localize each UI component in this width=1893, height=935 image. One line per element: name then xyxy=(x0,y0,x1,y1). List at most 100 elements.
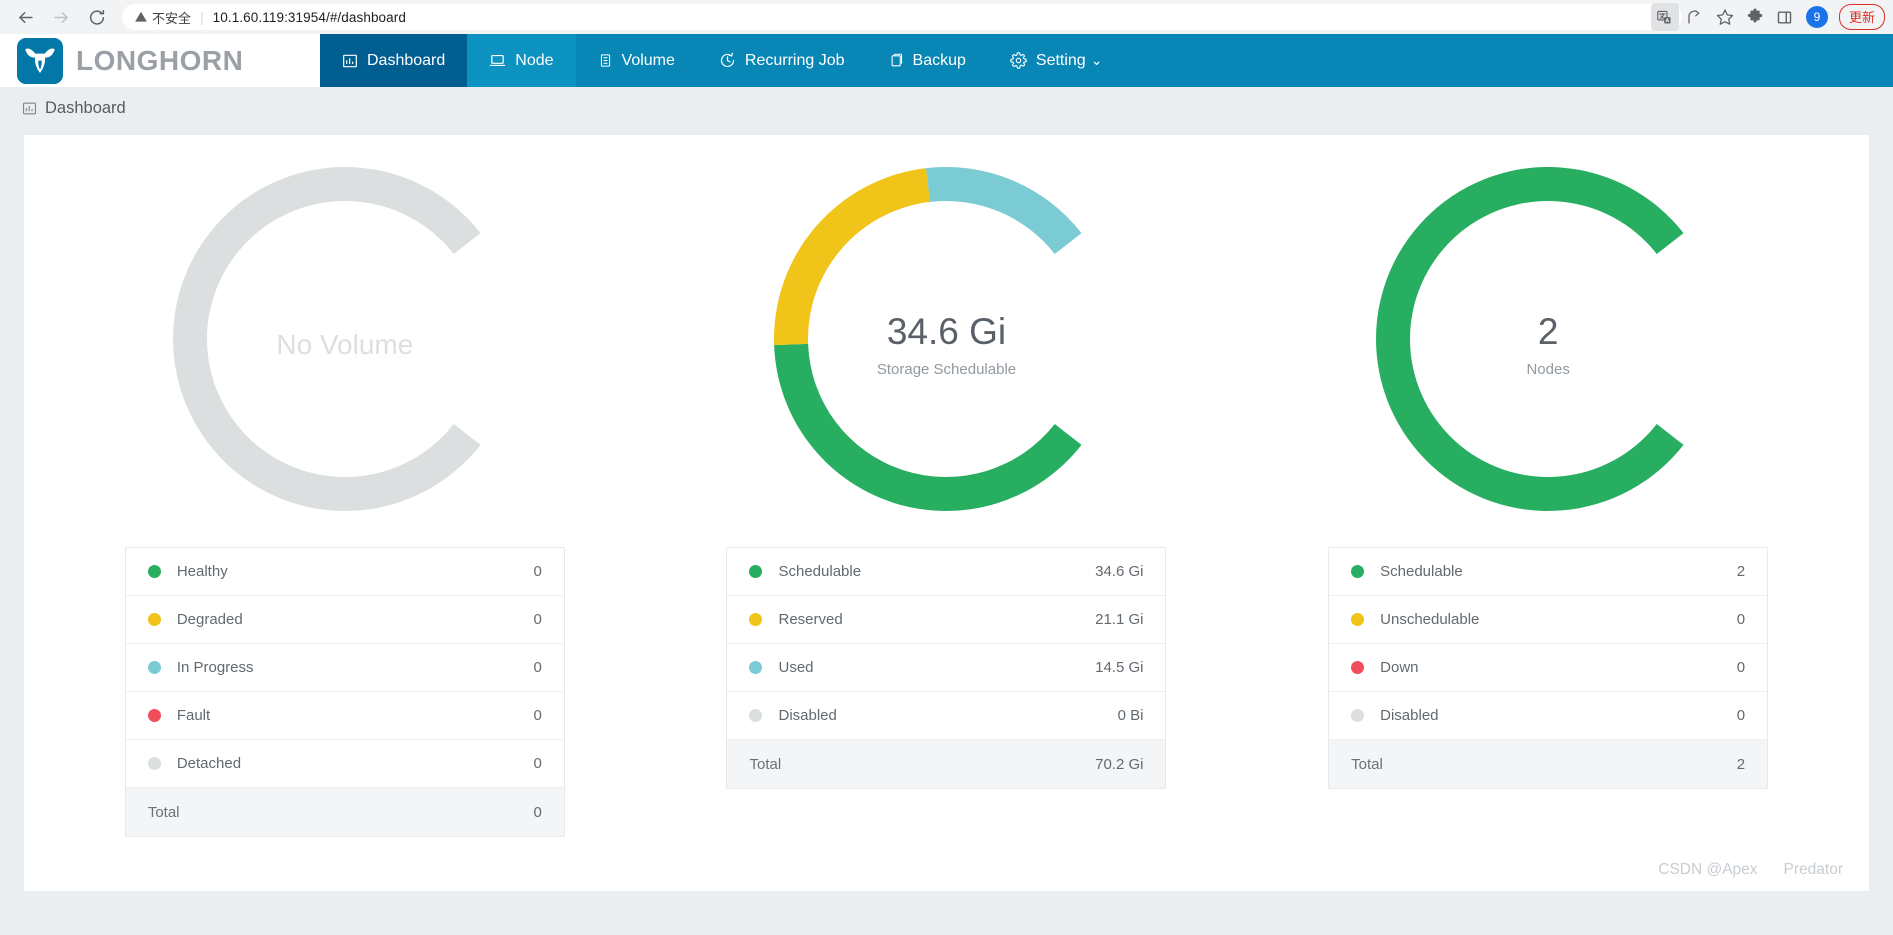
legend-label: Fault xyxy=(176,707,211,724)
legend-value: 0 xyxy=(533,707,542,724)
legend-value: 0 xyxy=(1736,707,1746,724)
status-dot-unschedulable xyxy=(1351,613,1365,626)
status-dot-down xyxy=(1351,661,1365,674)
back-button[interactable] xyxy=(10,2,40,32)
legend-row[interactable]: Disabled 0 xyxy=(1329,692,1768,740)
profile-badge[interactable]: 9 xyxy=(1805,6,1828,28)
browser-toolbar: 不安全 | 10.1.60.119:31954/#/dashboard 9 更新 xyxy=(0,0,1893,34)
volume-gauge: No Volume xyxy=(135,149,555,529)
translate-button[interactable] xyxy=(1650,3,1679,31)
chevron-down-icon: ⌄ xyxy=(1090,52,1103,68)
breadcrumb-label: Dashboard xyxy=(45,98,126,117)
status-dot-reserved xyxy=(749,613,763,626)
legend-label: Unschedulable xyxy=(1380,611,1480,628)
legend-row[interactable]: Used 14.5 Gi xyxy=(727,644,1166,692)
legend-row[interactable]: In Progress 0 xyxy=(125,644,564,692)
legend-total-value: 2 xyxy=(1736,755,1746,773)
legend-total-value: 0 xyxy=(533,803,542,821)
storage-gauge: 34.6 Gi Storage Schedulable xyxy=(736,149,1156,529)
nav-label-volume: Volume xyxy=(621,51,675,69)
legend-total-row: Total 0 xyxy=(125,788,564,836)
forward-button[interactable] xyxy=(46,2,76,32)
volume-legend-table: Healthy 0 Degraded 0 In Progress 0 Fault… xyxy=(124,547,565,837)
legend-label: Schedulable xyxy=(1380,563,1463,580)
address-bar[interactable]: 不安全 | 10.1.60.119:31954/#/dashboard xyxy=(122,4,1682,30)
legend-value: 0 xyxy=(533,611,542,628)
puzzle-icon xyxy=(1747,8,1763,23)
watermark: CSDN @Apex Predator xyxy=(1658,861,1843,879)
legend-label: Down xyxy=(1380,659,1419,676)
security-indicator[interactable]: 不安全 xyxy=(134,8,191,27)
legend-row[interactable]: Degraded 0 xyxy=(125,596,564,644)
legend-value: 0 xyxy=(533,755,542,772)
volume-gauge-value: No Volume xyxy=(276,328,414,360)
nav-item-recurring-job[interactable]: Recurring Job xyxy=(697,34,867,87)
longhorn-bull-logo xyxy=(17,37,63,84)
nav-item-backup[interactable]: Backup xyxy=(867,34,988,87)
legend-row[interactable]: Schedulable 34.6 Gi xyxy=(727,548,1166,596)
status-dot-in-progress xyxy=(147,661,161,674)
node-gauge-label: Nodes xyxy=(1526,361,1570,379)
share-button[interactable] xyxy=(1681,3,1709,31)
legend-row[interactable]: Fault 0 xyxy=(125,692,564,740)
legend-row[interactable]: Disabled 0 Bi xyxy=(727,692,1166,740)
legend-row[interactable]: Healthy 0 xyxy=(125,548,564,596)
legend-total-label: Total xyxy=(1351,755,1383,773)
warning-triangle-icon xyxy=(135,11,147,22)
brand-area[interactable]: LONGHORN xyxy=(0,34,320,87)
storage-gauge-label: Storage Schedulable xyxy=(876,361,1017,379)
bookmark-button[interactable] xyxy=(1711,3,1739,31)
legend-label: Detached xyxy=(176,755,242,772)
nav-item-dashboard[interactable]: Dashboard xyxy=(320,34,468,87)
nav-item-volume[interactable]: Volume xyxy=(576,34,697,87)
extensions-button[interactable] xyxy=(1741,3,1769,31)
security-label: 不安全 xyxy=(152,10,192,26)
chart-icon xyxy=(23,102,36,114)
legend-total-label: Total xyxy=(147,803,180,821)
nav-item-setting[interactable]: Setting ⌄ xyxy=(988,34,1125,87)
node-gauge-value: 2 xyxy=(1537,310,1559,352)
side-panel-button[interactable] xyxy=(1771,3,1799,31)
legend-value: 2 xyxy=(1736,563,1746,580)
node-icon xyxy=(490,54,506,67)
gear-icon xyxy=(1010,52,1027,69)
legend-label: Reserved xyxy=(778,611,843,628)
bull-head-icon xyxy=(25,48,55,73)
gauge-segment-used xyxy=(926,167,1083,255)
legend-value: 14.5 Gi xyxy=(1095,659,1144,676)
volume-gauge-center: No Volume xyxy=(276,328,414,361)
breadcrumb: Dashboard xyxy=(0,87,1893,129)
legend-row[interactable]: Detached 0 xyxy=(125,740,564,788)
legend-label: Disabled xyxy=(778,707,837,724)
legend-row[interactable]: Schedulable 2 xyxy=(1329,548,1768,596)
node-legend-table: Schedulable 2 Unschedulable 0 Down 0 Dis… xyxy=(1328,547,1769,789)
legend-label: Schedulable xyxy=(778,563,862,580)
node-gauge-center: 2 Nodes xyxy=(1526,310,1570,379)
legend-label: Healthy xyxy=(176,563,228,580)
legend-total-value: 70.2 Gi xyxy=(1095,755,1144,773)
nav-item-node[interactable]: Node xyxy=(467,34,576,87)
forward-arrow-icon xyxy=(53,11,68,23)
legend-label: In Progress xyxy=(176,659,254,676)
translate-icon xyxy=(1657,10,1672,24)
reload-button[interactable] xyxy=(82,2,112,32)
legend-value: 34.6 Gi xyxy=(1095,563,1144,580)
status-dot-disabled xyxy=(1351,709,1365,722)
omnibox-separator: | xyxy=(200,9,204,25)
nav-label-dashboard: Dashboard xyxy=(367,51,446,69)
backup-icon xyxy=(891,53,902,67)
status-dot-schedulable xyxy=(749,565,763,578)
legend-row[interactable]: Down 0 xyxy=(1329,644,1768,692)
update-button[interactable]: 更新 xyxy=(1838,4,1885,30)
status-dot-detached xyxy=(147,757,161,770)
status-dot-healthy xyxy=(147,565,161,578)
storage-gauge-panel: 34.6 Gi Storage Schedulable Schedulable … xyxy=(686,149,1206,789)
status-dot-degraded xyxy=(147,613,161,626)
dashboard-content-card: No Volume Healthy 0 Degraded 0 In Progre… xyxy=(24,135,1869,891)
legend-row[interactable]: Reserved 21.1 Gi xyxy=(727,596,1166,644)
legend-row[interactable]: Unschedulable 0 xyxy=(1329,596,1768,644)
legend-total-row: Total 2 xyxy=(1329,740,1768,788)
browser-toolbar-actions: 9 更新 xyxy=(1650,0,1885,34)
legend-value: 0 xyxy=(1736,659,1746,676)
legend-value: 0 Bi xyxy=(1117,707,1144,724)
